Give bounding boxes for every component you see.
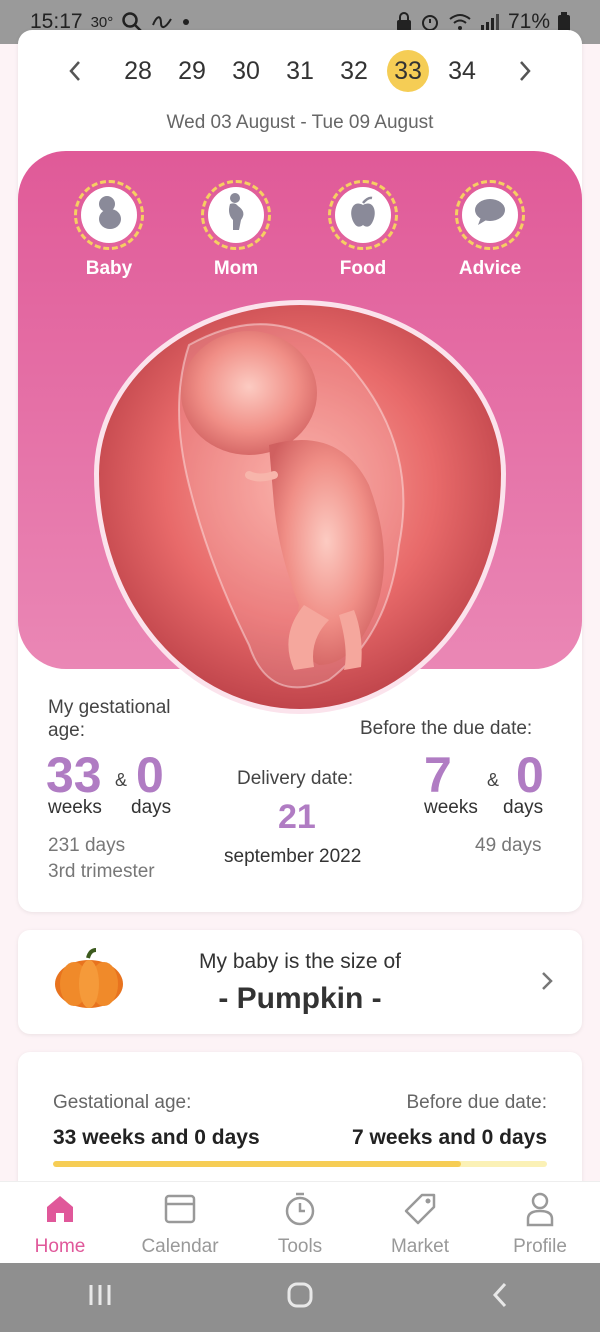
before-days-number: 0 [516, 747, 544, 803]
week-selector: 28 29 30 31 32 33 34 [18, 46, 582, 96]
progress-right-label: Before due date: [406, 1092, 548, 1113]
recent-apps-icon [86, 1283, 114, 1312]
days-unit: days [503, 797, 544, 818]
pregnant-mom-icon [221, 192, 251, 238]
pregnancy-progress-bar [53, 1161, 547, 1167]
category-mom[interactable]: Mom [191, 180, 281, 280]
category-label: Mom [213, 258, 259, 279]
progress-left-label: Gestational age: [53, 1092, 192, 1113]
next-week-chevron-right-icon[interactable] [507, 51, 543, 91]
home-icon [43, 1192, 77, 1232]
weeks-unit: weeks [48, 797, 102, 818]
before-weeks-number: 7 [424, 747, 452, 803]
status-temp: 30° [90, 13, 114, 31]
speech-bubble-icon [473, 197, 507, 233]
size-card-value: - Pumpkin - [218, 982, 382, 1015]
stopwatch-icon [283, 1191, 317, 1233]
alarm-icon [420, 12, 440, 32]
back-button[interactable] [460, 1273, 540, 1323]
tab-profile[interactable]: Profile [480, 1182, 600, 1263]
baby-icon [92, 193, 126, 237]
signal-icon [480, 13, 500, 31]
prev-week-chevron-left-icon[interactable] [57, 51, 93, 91]
dot-icon [181, 17, 191, 27]
week-option[interactable]: 28 [111, 50, 165, 92]
category-label: Food [339, 258, 387, 279]
week-option[interactable]: 32 [327, 50, 381, 92]
category-label: Advice [458, 258, 522, 279]
gestational-days-number: 0 [136, 747, 164, 803]
gestational-age-label: My gestational age: [48, 697, 171, 741]
tab-home[interactable]: Home [0, 1182, 120, 1263]
battery-icon [558, 12, 570, 32]
tab-calendar[interactable]: Calendar [120, 1182, 240, 1263]
chevron-right-icon [540, 968, 554, 999]
ampersand: & [115, 770, 128, 790]
week-date-range: Wed 03 August - Tue 09 August [166, 112, 434, 133]
category-food[interactable]: Food [318, 180, 408, 280]
lock-icon [396, 12, 412, 32]
baby-size-card[interactable]: My baby is the size of - Pumpkin - [18, 930, 582, 1034]
category-baby[interactable]: Baby [64, 180, 154, 280]
progress-left-value: 33 weeks and 0 days [53, 1126, 260, 1149]
calendar-icon [163, 1192, 197, 1232]
tab-tools[interactable]: Tools [240, 1182, 360, 1263]
home-button[interactable] [260, 1273, 340, 1323]
tab-label: Calendar [141, 1236, 219, 1257]
progress-right-value: 7 weeks and 0 days [352, 1126, 547, 1149]
tag-icon [403, 1192, 437, 1232]
week-card: 28 29 30 31 32 33 34 Wed 03 August - Tue… [18, 30, 582, 912]
pregnancy-progress-fill [53, 1161, 461, 1167]
bottom-tab-bar: Home Calendar Tools Market Profile [0, 1181, 600, 1263]
tab-market[interactable]: Market [360, 1182, 480, 1263]
person-icon [523, 1191, 557, 1233]
tab-label: Home [34, 1236, 86, 1257]
week-option[interactable]: 30 [219, 50, 273, 92]
week-option[interactable]: 31 [273, 50, 327, 92]
wifi-icon [448, 13, 472, 31]
wave-icon [151, 13, 173, 31]
before-due-date-label: Before the due date: [360, 718, 533, 739]
system-nav-bar [0, 1263, 600, 1332]
delivery-month: september 2022 [224, 846, 362, 867]
category-label: Baby [85, 258, 133, 279]
week-option[interactable]: 34 [435, 50, 489, 92]
tab-label: Profile [513, 1236, 567, 1257]
days-unit: days [131, 797, 172, 818]
ampersand: & [487, 770, 500, 790]
total-days: 231 days [48, 835, 126, 856]
trimester: 3rd trimester [48, 861, 155, 882]
size-card-title: My baby is the size of [199, 950, 401, 973]
delivery-day: 21 [278, 798, 316, 836]
back-chevron-icon [491, 1281, 509, 1314]
week-option[interactable]: 29 [165, 50, 219, 92]
gestational-weeks-number: 33 [46, 747, 102, 803]
home-circle-icon [286, 1281, 314, 1314]
weeks-unit: weeks [424, 797, 478, 818]
week-option-active[interactable]: 33 [387, 50, 429, 92]
tab-label: Market [390, 1236, 450, 1257]
recent-apps-button[interactable] [60, 1273, 140, 1323]
before-total-days: 49 days [475, 835, 542, 856]
category-advice[interactable]: Advice [445, 180, 535, 280]
tab-label: Tools [277, 1236, 323, 1257]
apple-icon [348, 195, 378, 235]
delivery-date-label: Delivery date: [237, 768, 354, 789]
